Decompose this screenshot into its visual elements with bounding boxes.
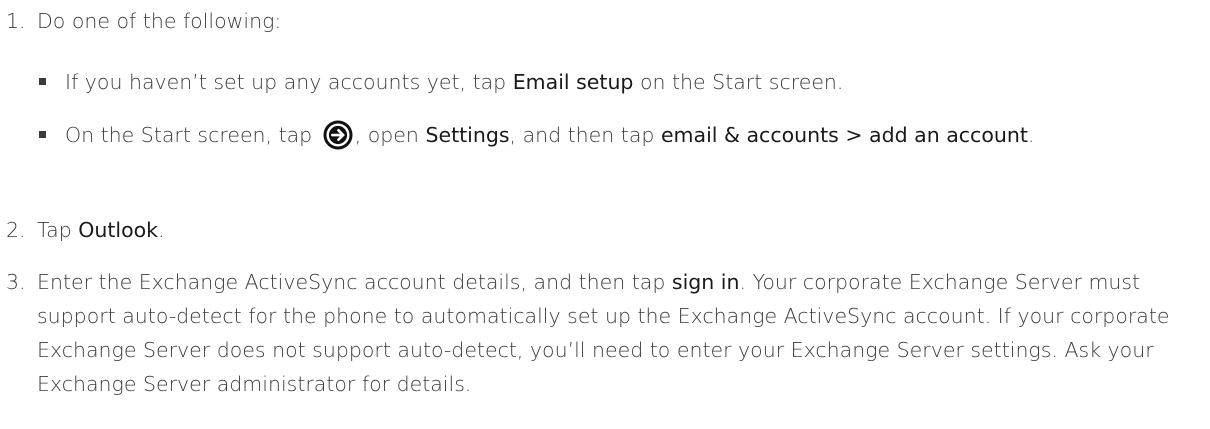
bullet-square [39,78,46,85]
step-number: 3. [6,270,26,294]
ui-term-sign-in: sign in [671,270,740,294]
step-text: Do one of the following: [37,9,282,33]
bullet-square [39,131,46,138]
step-text: Tap Outlook. [37,218,165,242]
bullet-text: If you haven’t set up any accounts yet, … [65,70,844,94]
step-number: 2. [6,218,26,242]
ui-term-email-accounts: email & accounts > add an account [660,123,1028,147]
step-3: 3. Enter the Exchange ActiveSync account… [0,265,1190,401]
step-text: Enter the Exchange ActiveSync account de… [37,270,1170,396]
step-1: 1. Do one of the following: [0,4,1190,38]
ui-term-outlook: Outlook [78,218,159,242]
ui-term-email-setup: Email setup [512,70,634,94]
ui-term-settings: Settings [425,123,510,147]
bullet-item: On the Start screen, tap , open Settings… [37,118,1167,152]
right-arrow-circle-icon [323,120,353,150]
step-number: 1. [6,9,26,33]
step-2: 2. Tap Outlook. [0,213,1190,247]
bullet-text: On the Start screen, tap , open Settings… [65,118,1167,152]
bullet-item: If you haven’t set up any accounts yet, … [37,65,1167,99]
document-page: 1. Do one of the following: If you haven… [0,0,1210,429]
